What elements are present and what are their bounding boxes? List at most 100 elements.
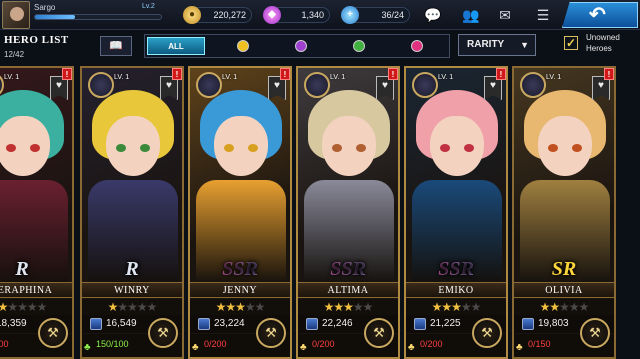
stamina-value: 36/24: [381, 10, 404, 20]
soul-stone-icon: ♣: [300, 342, 307, 353]
evolve-hammer-icon[interactable]: ⚒: [364, 318, 394, 348]
player-avatar[interactable]: [2, 1, 30, 29]
hero-eye: [248, 144, 258, 152]
star-icon: ★: [117, 300, 128, 314]
star-icon: ★: [323, 300, 335, 314]
menu-icon[interactable]: ☰: [534, 6, 552, 24]
hero-eye: [356, 144, 366, 152]
star-icon: ★: [470, 300, 482, 314]
hero-name: JENNY: [190, 282, 290, 298]
hero-face: [322, 116, 376, 176]
evolve-hammer-icon[interactable]: ⚒: [580, 318, 610, 348]
exp-bar-fill: [35, 15, 76, 19]
hero-level: LV. 1: [438, 74, 454, 81]
hero-eye: [572, 144, 582, 152]
hero-eye: [224, 144, 234, 152]
chat-icon[interactable]: 💬: [424, 6, 442, 24]
hero-rank: SSR: [406, 258, 506, 281]
star-icon: ★: [431, 300, 443, 314]
player-level: Lv.2: [142, 3, 155, 10]
power-icon: [306, 318, 318, 330]
star-icon: ★: [254, 300, 266, 314]
tab-earth[interactable]: [331, 37, 387, 55]
evolve-hammer-icon[interactable]: ⚒: [148, 318, 178, 348]
hero-card[interactable]: LV. 1 ♥! R WINRY ★★★★★ 16,549 ♣ 150/100 ⚒: [80, 66, 184, 359]
star-icon: ★: [333, 300, 344, 314]
tab-all[interactable]: ALL: [147, 37, 205, 55]
alert-badge-icon: !: [172, 68, 182, 80]
star-icon: ★: [578, 300, 590, 314]
rarity-sort-dropdown[interactable]: RARITY ▼: [458, 34, 536, 56]
star-icon: ★: [441, 300, 452, 314]
hero-name: SERAPHINA: [0, 282, 72, 298]
star-icon: ★: [36, 300, 48, 314]
hero-card[interactable]: LV. 1 ♥! SSR EMIKO ★★★★★ 21,225 ♣ 0/200 ⚒: [404, 66, 508, 359]
power-icon: [90, 318, 102, 330]
hero-portrait: [0, 68, 72, 284]
back-button[interactable]: ↶: [562, 2, 638, 28]
hero-card[interactable]: LV. 1 ♥! SSR JENNY ★★★★★ 23,224 ♣ 0/200 ⚒: [188, 66, 292, 359]
hero-card[interactable]: LV. 1 ♥! SSR ALTIMA ★★★★★ 22,246 ♣ 0/200 ⚒: [296, 66, 400, 359]
hero-card[interactable]: LV. 1 ♥! SR OLIVIA ★★★★★ 19,803 ♣ 0/150 ⚒: [512, 66, 616, 359]
star-icon: ★: [343, 300, 354, 314]
friends-icon[interactable]: 👥: [462, 6, 480, 24]
hero-eye: [116, 144, 126, 152]
chevron-down-icon: ▼: [520, 40, 529, 50]
hero-level: LV. 1: [114, 74, 130, 81]
star-icon: ★: [235, 300, 246, 314]
hero-book-button[interactable]: 📖: [100, 36, 132, 56]
soul-stone-icon: ♣: [84, 342, 91, 353]
evolve-hammer-icon[interactable]: ⚒: [38, 318, 68, 348]
hero-soul-value: 150/100: [96, 339, 129, 349]
star-icon: ★: [26, 300, 38, 314]
hero-level: LV. 1: [222, 74, 238, 81]
hero-power-value: 18,359: [0, 318, 27, 329]
element-filter-tabs: ALL: [144, 34, 450, 58]
hero-portrait: [190, 68, 290, 284]
hero-power-value: 19,803: [538, 318, 569, 329]
hero-eye: [548, 144, 558, 152]
hero-face: [538, 116, 592, 176]
tab-fire[interactable]: [389, 37, 445, 55]
page-title: HERO LIST: [4, 34, 69, 46]
unowned-heroes-label: Unowned Heroes: [586, 33, 620, 53]
hero-card[interactable]: LV. 1♥!RSERAPHINA★★★★★18,359♣0/100⚒: [0, 66, 74, 359]
alert-badge-icon: !: [280, 68, 290, 80]
hero-name: ALTIMA: [298, 282, 398, 298]
hero-soul-value: 0/200: [312, 339, 335, 349]
power-icon: [414, 318, 426, 330]
hero-card-list[interactable]: LV. 1♥!RSERAPHINA★★★★★18,359♣0/100⚒LV. 1…: [0, 66, 640, 359]
hero-stars: ★★★★★: [406, 299, 506, 315]
star-icon: ★: [549, 300, 560, 314]
gem-value: 1,340: [301, 10, 324, 20]
hero-stars: ★★★★★: [0, 299, 72, 315]
stamina-icon: +: [341, 6, 359, 24]
hero-power-value: 16,549: [106, 318, 137, 329]
hero-power-value: 21,225: [430, 318, 461, 329]
hero-portrait: [298, 68, 398, 284]
star-icon: ★: [460, 300, 472, 314]
tab-light[interactable]: [215, 37, 271, 55]
hero-eye: [332, 144, 342, 152]
gold-counter[interactable]: ● 220,272: [183, 6, 252, 24]
earth-element-icon: [353, 40, 365, 52]
element-emblem-icon: [520, 72, 546, 98]
unowned-heroes-checkbox[interactable]: ✓: [564, 36, 578, 50]
hero-eye: [464, 144, 474, 152]
hero-stars: ★★★★★: [298, 299, 398, 315]
stamina-counter[interactable]: + 36/24: [341, 6, 410, 24]
hero-face: [106, 116, 160, 176]
tab-dark[interactable]: [273, 37, 329, 55]
evolve-hammer-icon[interactable]: ⚒: [256, 318, 286, 348]
hero-soul-value: 0/150: [528, 339, 551, 349]
hero-count: 12/42: [4, 50, 25, 59]
evolve-hammer-icon[interactable]: ⚒: [472, 318, 502, 348]
gold-value: 220,272: [213, 10, 246, 20]
element-emblem-icon: [304, 72, 330, 98]
back-arrow-icon: ↶: [589, 4, 606, 26]
element-emblem-icon: [412, 72, 438, 98]
gem-counter[interactable]: ◆ 1,340: [263, 6, 330, 24]
soul-stone-icon: ♣: [408, 342, 415, 353]
hero-eye: [30, 144, 40, 152]
mail-icon[interactable]: ✉: [496, 6, 514, 24]
